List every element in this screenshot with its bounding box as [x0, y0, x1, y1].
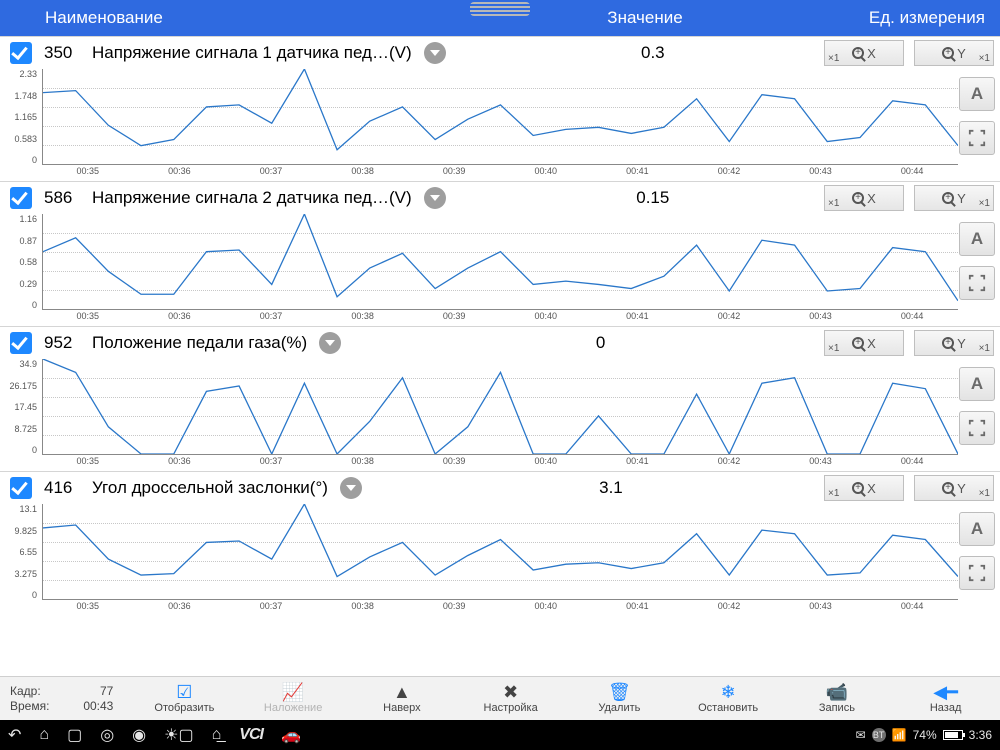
settings-button[interactable]: ✖Настройка — [456, 677, 565, 721]
y-axis-labels: 2.331.7481.1650.5830 — [0, 69, 40, 165]
fullscreen-button[interactable] — [959, 556, 995, 590]
autoscale-button[interactable]: A — [959, 222, 995, 256]
zoom-y-button[interactable]: Y×1 — [914, 185, 994, 211]
top-button[interactable]: ▲Наверх — [348, 677, 457, 721]
autoscale-button[interactable]: A — [959, 512, 995, 546]
zoom-x-button[interactable]: ×1X — [824, 330, 904, 356]
wifi-icon: 📶 — [892, 728, 907, 742]
header-name: Наименование — [0, 8, 300, 28]
autoscale-button[interactable]: A — [959, 77, 995, 111]
frame-time-info: Кадр: 77 Время: 00:43 — [0, 684, 130, 714]
header-value: Значение — [300, 8, 830, 28]
parameter-row: 952 Положение педали газа(%) 0 ×1X Y×1 34.926… — [0, 326, 1000, 471]
x-axis-labels: 00:3500:3600:3700:3800:3900:4000:4100:42… — [42, 311, 958, 326]
param-value: 3.1 — [559, 478, 623, 498]
y-axis-labels: 13.19.8256.553.2750 — [0, 504, 40, 600]
parameter-row: 416 Угол дроссельной заслонки(°) 3.1 ×1X Y×1… — [0, 471, 1000, 616]
nav-vci-icon[interactable]: VCI — [239, 726, 263, 744]
param-value: 0.15 — [596, 188, 669, 208]
battery-icon — [943, 730, 963, 740]
clock: 3:36 — [969, 728, 992, 742]
chevron-down-icon[interactable] — [319, 332, 341, 354]
nav-shop-icon[interactable]: ⌂̲ — [212, 726, 222, 744]
param-id: 586 — [44, 188, 82, 208]
chart-plot[interactable] — [42, 214, 958, 310]
row-checkbox[interactable] — [10, 332, 32, 354]
drag-grip-icon[interactable] — [470, 2, 530, 16]
row-checkbox[interactable] — [10, 477, 32, 499]
chevron-down-icon[interactable] — [424, 187, 446, 209]
delete-button[interactable]: 🗑Удалить — [565, 677, 674, 721]
x-axis-labels: 00:3500:3600:3700:3800:3900:4000:4100:42… — [42, 166, 958, 181]
zoom-x-button[interactable]: ×1X — [824, 40, 904, 66]
fullscreen-button[interactable] — [959, 411, 995, 445]
zoom-y-button[interactable]: Y×1 — [914, 475, 994, 501]
zoom-y-button[interactable]: Y×1 — [914, 40, 994, 66]
battery-percent: 74% — [913, 728, 937, 742]
nav-browser-icon[interactable]: ◎ — [100, 725, 114, 745]
record-button[interactable]: 📹Запись — [783, 677, 892, 721]
chevron-down-icon[interactable] — [340, 477, 362, 499]
system-navbar: ↶ ⌂ ▢ ◎ ◉ ☀▢ ⌂̲ VCI 🚗 ✉ BT 📶 74% 3:36 — [0, 720, 1000, 750]
nav-brightness-icon[interactable]: ☀▢ — [164, 725, 193, 745]
bottom-toolbar: Кадр: 77 Время: 00:43 ☑Отобразить 📈Налож… — [0, 676, 1000, 720]
column-header-bar: Наименование Значение Ед. измерения — [0, 0, 1000, 36]
zoom-x-button[interactable]: ×1X — [824, 185, 904, 211]
param-value: 0 — [556, 333, 605, 353]
fullscreen-button[interactable] — [959, 266, 995, 300]
param-id: 416 — [44, 478, 82, 498]
nav-recent-icon[interactable]: ▢ — [67, 725, 82, 745]
overlay-button[interactable]: 📈Наложение — [239, 677, 348, 721]
x-axis-labels: 00:3500:3600:3700:3800:3900:4000:4100:42… — [42, 601, 958, 616]
header-unit: Ед. измерения — [830, 8, 1000, 28]
stop-button[interactable]: ❄Остановить — [674, 677, 783, 721]
chart-plot[interactable] — [42, 359, 958, 455]
autoscale-button[interactable]: A — [959, 367, 995, 401]
param-name: Положение педали газа(%) — [92, 333, 307, 353]
y-axis-labels: 34.926.17517.458.7250 — [0, 359, 40, 455]
param-value: 0.3 — [601, 43, 665, 63]
nav-home-icon[interactable]: ⌂ — [39, 726, 49, 744]
param-name: Напряжение сигнала 2 датчика пед…(V) — [92, 188, 412, 208]
nav-back-icon[interactable]: ↶ — [8, 725, 21, 745]
param-name: Напряжение сигнала 1 датчика пед…(V) — [92, 43, 412, 63]
row-checkbox[interactable] — [10, 42, 32, 64]
back-button[interactable]: ◀━Назад — [891, 677, 1000, 721]
chart-plot[interactable] — [42, 504, 958, 600]
zoom-x-button[interactable]: ×1X — [824, 475, 904, 501]
parameter-row: 350 Напряжение сигнала 1 датчика пед…(V) 0… — [0, 36, 1000, 181]
chevron-down-icon[interactable] — [424, 42, 446, 64]
chart-plot[interactable] — [42, 69, 958, 165]
zoom-y-button[interactable]: Y×1 — [914, 330, 994, 356]
bt-badge: BT — [872, 728, 886, 742]
y-axis-labels: 1.160.870.580.290 — [0, 214, 40, 310]
fullscreen-button[interactable] — [959, 121, 995, 155]
x-axis-labels: 00:3500:3600:3700:3800:3900:4000:4100:42… — [42, 456, 958, 471]
nav-car-icon[interactable]: 🚗 — [281, 725, 301, 745]
parameter-row: 586 Напряжение сигнала 2 датчика пед…(V) 0… — [0, 181, 1000, 326]
show-button[interactable]: ☑Отобразить — [130, 677, 239, 721]
mail-icon[interactable]: ✉ — [856, 728, 866, 742]
param-id: 350 — [44, 43, 82, 63]
param-name: Угол дроссельной заслонки(°) — [92, 478, 328, 498]
row-checkbox[interactable] — [10, 187, 32, 209]
nav-camera-icon[interactable]: ◉ — [132, 725, 146, 745]
param-id: 952 — [44, 333, 82, 353]
